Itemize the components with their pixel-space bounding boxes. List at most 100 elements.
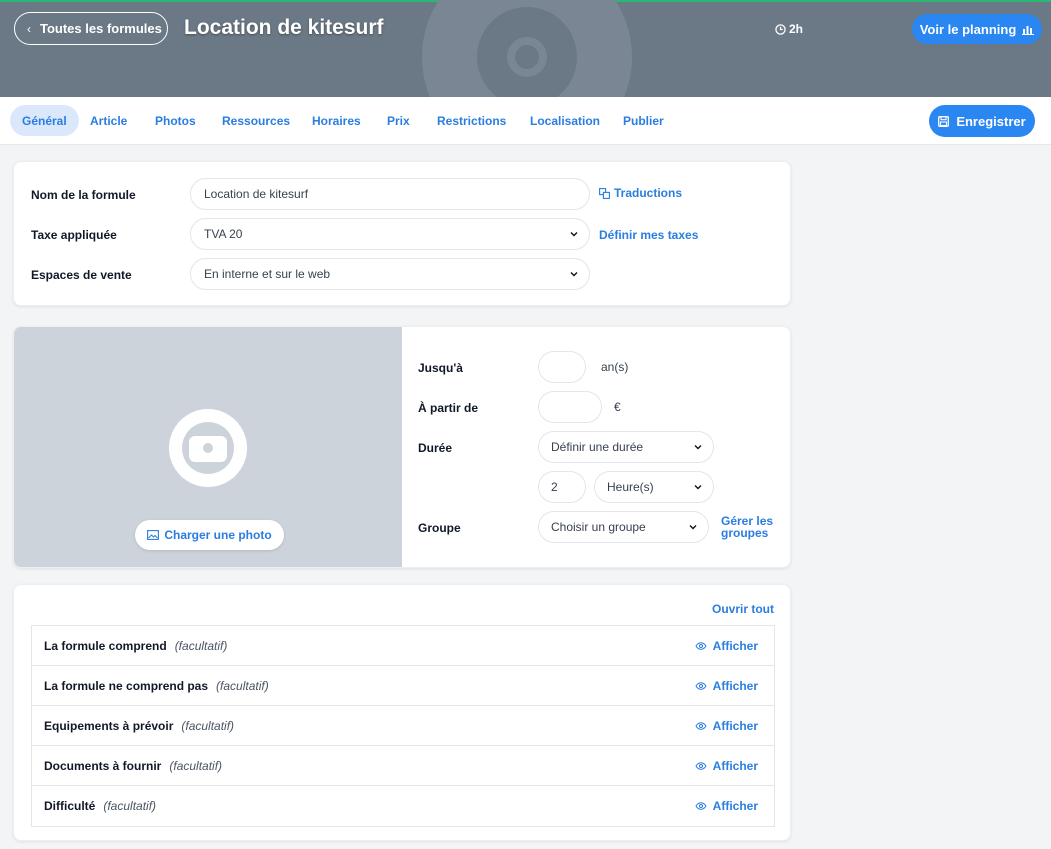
duration-type-value: Définir une durée <box>551 440 644 454</box>
tab-general[interactable]: Général <box>10 105 79 136</box>
formula-name-input[interactable]: Location de kitesurf <box>190 178 590 210</box>
age-until-input[interactable] <box>538 351 586 383</box>
optional-tag: (facultatif) <box>174 638 228 653</box>
clock-icon <box>775 23 786 35</box>
section-title: Documents à fournir <box>44 758 162 773</box>
sections-accordion: La formule comprend (facultatif) Affiche… <box>31 625 775 827</box>
chevron-down-icon <box>694 485 702 490</box>
show-label: Afficher <box>712 679 758 693</box>
manage-groups-link[interactable]: Gérer les groupes <box>721 515 773 539</box>
sales-channels-value: En interne et sur le web <box>204 267 331 281</box>
image-icon <box>147 530 160 540</box>
tab-ressources[interactable]: Ressources <box>222 105 290 136</box>
group-value: Choisir un groupe <box>551 520 646 534</box>
define-taxes-link[interactable]: Définir mes taxes <box>599 228 698 242</box>
eye-icon <box>695 682 707 690</box>
floppy-disk-icon <box>938 115 950 127</box>
show-label: Afficher <box>712 639 758 653</box>
sales-channels-label: Espaces de vente <box>31 268 132 282</box>
group-label: Groupe <box>418 521 461 535</box>
section-title: Equipements à prévoir <box>44 718 174 733</box>
tab-prix[interactable]: Prix <box>387 105 410 136</box>
optional-tag: (facultatif) <box>216 678 269 693</box>
tax-value: TVA 20 <box>204 227 243 241</box>
chevron-down-icon <box>694 445 702 450</box>
save-button-label: Enregistrer <box>956 113 1026 129</box>
tax-label: Taxe appliquée <box>31 228 117 242</box>
show-section-button[interactable]: Afficher <box>695 639 758 653</box>
duration-indicator: 2h <box>775 22 803 36</box>
duration-label: Durée <box>418 441 453 455</box>
tab-localisation[interactable]: Localisation <box>530 105 600 136</box>
age-unit-label: an(s) <box>601 360 629 374</box>
section-title: La formule comprend <box>44 638 167 653</box>
page-title: Location de kitesurf <box>184 16 384 39</box>
back-button-label: Toutes les formules <box>40 21 162 36</box>
eye-icon <box>695 642 707 650</box>
upload-photo-button[interactable]: Charger une photo <box>135 520 284 550</box>
camera-watermark-icon <box>422 0 632 97</box>
show-section-button[interactable]: Afficher <box>695 759 758 773</box>
age-until-label: Jusqu'à <box>418 361 463 375</box>
tab-publier[interactable]: Publier <box>623 105 664 136</box>
show-label: Afficher <box>712 759 758 773</box>
tab-horaires[interactable]: Horaires <box>312 105 361 136</box>
accordion-row[interactable]: La formule comprend (facultatif) Affiche… <box>32 626 774 666</box>
price-from-label: À partir de <box>418 401 479 415</box>
formula-name-label: Nom de la formule <box>31 188 136 202</box>
translations-label: Traductions <box>614 186 683 200</box>
eye-icon <box>695 722 707 730</box>
chevron-down-icon <box>570 272 578 277</box>
section-title: La formule ne comprend pas <box>44 678 209 693</box>
translations-link[interactable]: Traductions <box>599 186 682 200</box>
accordion-row[interactable]: La formule ne comprend pas (facultatif) … <box>32 666 774 706</box>
photo-details-card: Charger une photo Jusqu'à an(s) À partir… <box>13 326 791 568</box>
general-info-card: Nom de la formule Location de kitesurf T… <box>13 161 791 306</box>
tab-photos[interactable]: Photos <box>155 105 196 136</box>
duration-unit-value: Heure(s) <box>607 480 654 494</box>
upload-photo-label: Charger une photo <box>164 528 272 542</box>
chevron-left-icon: ‹ <box>27 21 31 36</box>
header-banner: ‹ Toutes les formules Location de kitesu… <box>0 0 1051 97</box>
optional-tag: (facultatif) <box>103 799 157 813</box>
view-planning-button[interactable]: Voir le planning <box>912 14 1042 44</box>
show-label: Afficher <box>712 719 758 733</box>
accordion-row[interactable]: Equipements à prévoir (facultatif) Affic… <box>32 706 774 746</box>
manage-groups-line2: groupes <box>721 526 769 540</box>
price-from-input[interactable] <box>538 391 602 423</box>
show-section-button[interactable]: Afficher <box>695 799 758 813</box>
translate-icon <box>599 187 610 199</box>
show-section-button[interactable]: Afficher <box>695 679 758 693</box>
eye-icon <box>695 802 707 810</box>
back-to-formulas-button[interactable]: ‹ Toutes les formules <box>14 12 168 45</box>
tabs-bar: Général Article Photos Ressources Horair… <box>0 97 1051 145</box>
save-button[interactable]: Enregistrer <box>929 105 1035 137</box>
formula-name-value: Location de kitesurf <box>204 187 309 201</box>
currency-label: € <box>614 400 621 414</box>
chevron-down-icon <box>689 525 697 530</box>
tab-article[interactable]: Article <box>90 105 127 136</box>
accordion-row[interactable]: Difficulté (facultatif) Afficher <box>32 786 774 826</box>
open-all-link[interactable]: Ouvrir tout <box>712 602 774 616</box>
tax-select[interactable]: TVA 20 <box>190 218 590 250</box>
photo-placeholder: Charger une photo <box>14 327 402 567</box>
duration-text: 2h <box>789 22 804 36</box>
bar-chart-icon <box>1022 25 1035 35</box>
accordion-row[interactable]: Documents à fournir (facultatif) Affiche… <box>32 746 774 786</box>
sections-card: Ouvrir tout La formule comprend (faculta… <box>13 584 791 841</box>
sales-channels-select[interactable]: En interne et sur le web <box>190 258 590 290</box>
tab-restrictions[interactable]: Restrictions <box>437 105 506 136</box>
eye-icon <box>695 762 707 770</box>
chevron-down-icon <box>570 232 578 237</box>
duration-unit-select[interactable]: Heure(s) <box>594 471 714 503</box>
optional-tag: (facultatif) <box>181 718 235 733</box>
show-section-button[interactable]: Afficher <box>695 719 758 733</box>
camera-placeholder-icon <box>169 409 247 487</box>
optional-tag: (facultatif) <box>169 758 223 773</box>
section-title: Difficulté <box>44 799 96 813</box>
duration-type-select[interactable]: Définir une durée <box>538 431 714 463</box>
show-label: Afficher <box>712 799 758 813</box>
group-select[interactable]: Choisir un groupe <box>538 511 709 543</box>
duration-amount-input[interactable]: 2 <box>538 471 586 503</box>
planning-button-label: Voir le planning <box>919 21 1017 37</box>
